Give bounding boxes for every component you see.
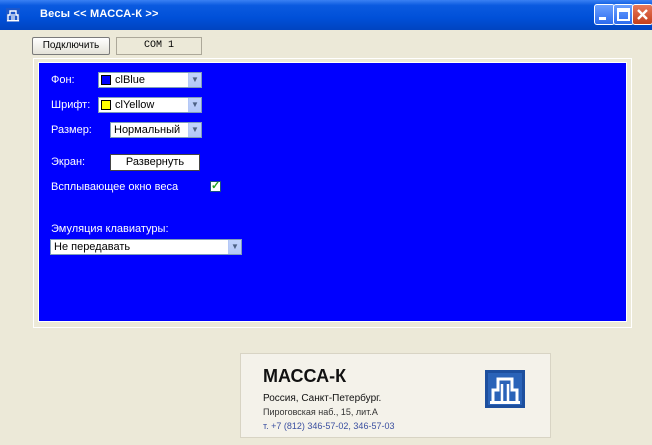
close-icon [637, 9, 648, 20]
company-city: Россия, Санкт-Петербург. [263, 393, 382, 404]
size-select[interactable]: Нормальный ▼ [110, 122, 202, 138]
connect-button[interactable]: Подключить [32, 37, 110, 55]
chevron-down-icon: ▼ [231, 242, 239, 251]
window-title: Весы << МАССА-К >> [40, 8, 159, 20]
maximize-icon [617, 8, 630, 21]
expand-button[interactable]: Развернуть [110, 154, 200, 171]
dropdown-button[interactable]: ▼ [188, 98, 201, 112]
dropdown-button[interactable]: ▼ [188, 73, 201, 87]
chevron-down-icon: ▼ [191, 75, 199, 84]
size-label: Размер: [51, 124, 92, 136]
popup-label: Всплывающее окно веса [51, 181, 179, 193]
popup-checkbox[interactable]: ✓ [210, 180, 221, 192]
background-color-swatch [101, 75, 111, 85]
minimize-button[interactable] [594, 4, 615, 25]
chevron-down-icon: ▼ [191, 125, 199, 134]
keyboard-emulation-select[interactable]: Не передавать ▼ [50, 239, 242, 255]
minimize-icon [599, 17, 606, 20]
close-button[interactable] [632, 4, 652, 25]
dropdown-button[interactable]: ▼ [228, 240, 241, 254]
font-label: Шрифт: [51, 99, 91, 111]
background-color-select[interactable]: clBlue ▼ [98, 72, 202, 88]
company-info-card: МАССА-К Россия, Санкт-Петербург. Пирогов… [240, 353, 551, 438]
app-icon [6, 8, 20, 22]
company-phone: т. +7 (812) 346-57-02, 346-57-03 [263, 421, 395, 431]
dropdown-button[interactable]: ▼ [188, 123, 201, 137]
screen-label: Экран: [51, 156, 86, 168]
company-address: Пироговская наб., 15, лит.А [263, 407, 378, 417]
chevron-down-icon: ▼ [191, 100, 199, 109]
keyboard-emulation-label: Эмуляция клавиатуры: [51, 223, 169, 235]
font-color-swatch [101, 100, 111, 110]
title-bar: Весы << МАССА-К >> [0, 0, 652, 30]
checkmark-icon: ✓ [211, 180, 221, 192]
settings-panel: Фон: clBlue ▼ Шрифт: clYellow ▼ Размер: … [38, 62, 627, 322]
maximize-button[interactable] [613, 4, 634, 25]
background-label: Фон: [51, 74, 75, 86]
font-color-select[interactable]: clYellow ▼ [98, 97, 202, 113]
company-logo-icon [485, 370, 525, 408]
port-indicator: COM 1 [116, 37, 202, 55]
company-name: МАССА-К [263, 366, 347, 386]
